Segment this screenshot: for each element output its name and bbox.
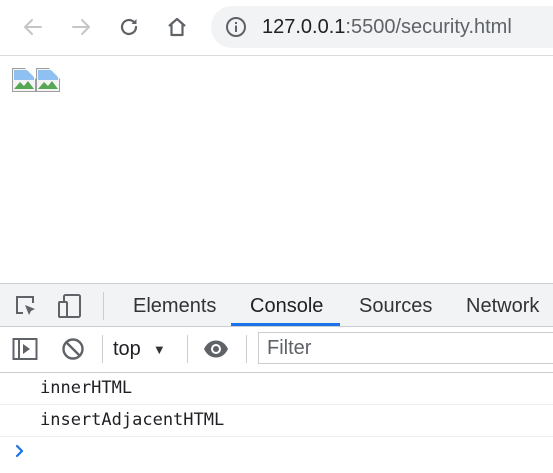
- dropdown-arrow-icon: ▼: [152, 341, 166, 357]
- toolbar-divider: [187, 335, 188, 363]
- broken-image-icon: [36, 68, 60, 92]
- home-icon[interactable]: [159, 9, 195, 45]
- tab-console[interactable]: Console: [250, 284, 323, 326]
- console-toolbar: top ▼: [0, 327, 553, 373]
- toolbar-divider: [102, 335, 103, 363]
- console-message-text: innerHTML: [40, 378, 133, 398]
- forward-arrow-icon[interactable]: [63, 9, 99, 45]
- url-host: 127.0.0.1: [262, 16, 346, 38]
- browser-toolbar: 127.0.0.1:5500/security.html: [0, 0, 553, 56]
- toolbar-divider: [103, 292, 104, 320]
- tab-network[interactable]: Network: [466, 284, 539, 326]
- reload-icon[interactable]: [111, 9, 147, 45]
- page-viewport: [0, 56, 553, 283]
- active-tab-indicator: [231, 323, 340, 326]
- url-text[interactable]: 127.0.0.1:5500/security.html: [262, 15, 512, 39]
- address-bar[interactable]: 127.0.0.1:5500/security.html: [211, 6, 553, 48]
- back-arrow-icon[interactable]: [15, 9, 51, 45]
- eye-icon[interactable]: [202, 335, 230, 363]
- console-message-text: insertAdjacentHTML: [40, 410, 225, 430]
- console-output: innerHTML insertAdjacentHTML: [0, 373, 553, 473]
- context-label: top: [113, 337, 141, 360]
- broken-image-icon: [12, 68, 36, 92]
- clear-console-icon[interactable]: [59, 335, 87, 363]
- device-toolbar-icon[interactable]: [56, 292, 84, 320]
- console-message: innerHTML: [0, 373, 553, 405]
- filter-input[interactable]: [258, 332, 553, 364]
- chevron-right-icon[interactable]: [12, 441, 28, 461]
- info-icon[interactable]: [225, 16, 247, 38]
- context-selector[interactable]: top ▼: [113, 333, 166, 365]
- devtools-panel: Elements Console Sources Network top ▼ F…: [0, 283, 553, 473]
- tab-sources[interactable]: Sources: [359, 284, 432, 326]
- console-message: insertAdjacentHTML: [0, 405, 553, 437]
- tab-elements[interactable]: Elements: [133, 284, 216, 326]
- devtools-tabbar: Elements Console Sources Network: [0, 284, 553, 327]
- inspect-element-icon[interactable]: [12, 292, 40, 320]
- url-path: :5500/security.html: [345, 16, 512, 38]
- toolbar-divider: [246, 335, 247, 363]
- browser-window: 127.0.0.1:5500/security.html Elements Co…: [0, 0, 553, 473]
- sidebar-toggle-icon[interactable]: [11, 335, 39, 363]
